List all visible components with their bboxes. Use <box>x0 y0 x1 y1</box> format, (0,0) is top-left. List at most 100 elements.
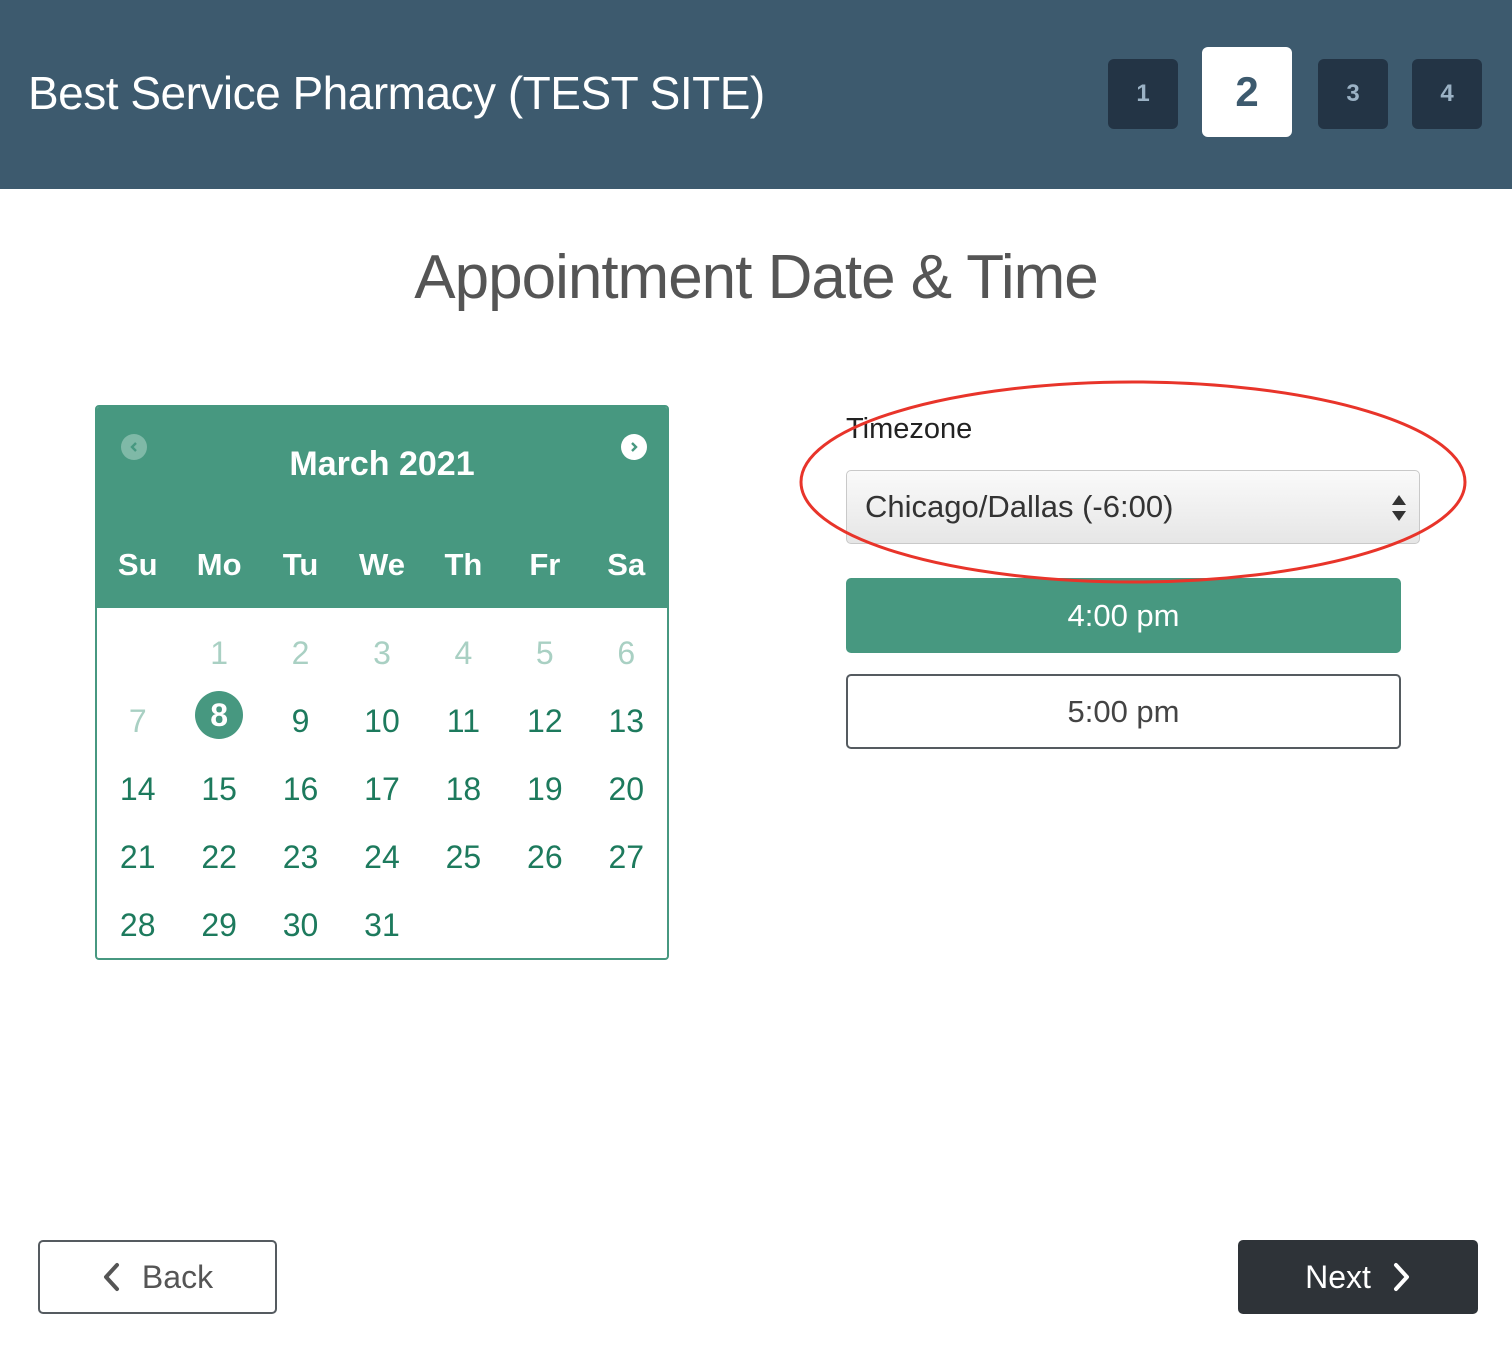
calendar-empty-cell <box>504 891 585 958</box>
calendar-day-number: 23 <box>282 838 319 875</box>
calendar-day-number: 2 <box>291 634 310 671</box>
calendar-day-number: 1 <box>210 634 229 671</box>
calendar-day-number: 31 <box>364 906 400 943</box>
step-1[interactable]: 1 <box>1108 59 1178 129</box>
calendar-day[interactable]: 24 <box>341 823 422 891</box>
weekday-label: Tu <box>282 547 319 582</box>
calendar-day-disabled: 4 <box>423 619 504 687</box>
calendar-week-row: 14 15 16 17 18 19 20 <box>97 755 667 823</box>
back-button[interactable]: Back <box>38 1240 277 1314</box>
calendar-day-number: 13 <box>608 702 645 739</box>
calendar-day-disabled: 7 <box>97 687 178 755</box>
calendar-month-label: March 2021 <box>289 445 475 483</box>
calendar-day-number: 12 <box>527 702 563 739</box>
back-button-label: Back <box>141 1258 214 1295</box>
calendar-day[interactable]: 14 <box>97 755 178 823</box>
time-slot-button[interactable]: 5:00 pm <box>846 674 1401 749</box>
calendar-day[interactable]: 22 <box>178 823 259 891</box>
calendar-day[interactable]: 26 <box>504 823 585 891</box>
calendar-day-number: 26 <box>527 838 563 875</box>
calendar-day-number: 10 <box>364 702 400 739</box>
calendar-week-row: 7 8 9 10 11 12 13 <box>97 687 667 755</box>
calendar-day-number: 29 <box>201 906 237 943</box>
calendar-day-number: 30 <box>282 906 319 943</box>
timezone-select[interactable]: Chicago/Dallas (-6:00) <box>846 470 1420 544</box>
calendar-day[interactable]: 29 <box>178 891 259 958</box>
calendar-day[interactable]: 31 <box>341 891 422 958</box>
calendar-day[interactable]: 12 <box>504 687 585 755</box>
calendar-day-number: 6 <box>617 634 636 671</box>
calendar-day[interactable]: 9 <box>260 687 341 755</box>
next-button-label: Next <box>1305 1258 1371 1295</box>
next-button[interactable]: Next <box>1238 1240 1478 1314</box>
weekday-header-row: Su Mo Tu We Th Fr Sa <box>97 547 667 583</box>
calendar-week-row: 21 22 23 24 25 26 27 <box>97 823 667 891</box>
calendar-day-number: 19 <box>527 770 563 807</box>
chevron-left-icon <box>103 1263 119 1291</box>
weekday-label: Sa <box>607 547 646 582</box>
calendar-week-row: 28 29 30 31 <box>97 891 667 958</box>
chevron-right-icon <box>1393 1263 1409 1291</box>
calendar-day-number: 25 <box>445 838 482 875</box>
weekday-label: Mo <box>196 547 242 582</box>
calendar-day[interactable]: 25 <box>423 823 504 891</box>
calendar-day-number: 17 <box>364 770 400 807</box>
step-2-active[interactable]: 2 <box>1202 47 1292 137</box>
calendar-empty-cell <box>423 891 504 958</box>
calendar-day[interactable]: 23 <box>260 823 341 891</box>
timezone-label: Timezone <box>846 413 973 445</box>
calendar-week-row: 1 2 3 4 5 6 <box>97 619 667 687</box>
calendar-day-number: 15 <box>201 770 237 807</box>
calendar-day[interactable]: 15 <box>178 755 259 823</box>
calendar-day-number: 21 <box>119 838 156 875</box>
calendar-day[interactable]: 16 <box>260 755 341 823</box>
calendar-day-number: 16 <box>282 770 319 807</box>
calendar-day-selected[interactable]: 8 <box>178 687 259 755</box>
weekday-label: Su <box>117 547 158 582</box>
calendar-day[interactable]: 20 <box>586 755 667 823</box>
select-arrows-icon <box>1392 495 1406 521</box>
step-4[interactable]: 4 <box>1412 59 1482 129</box>
calendar-day[interactable]: 30 <box>260 891 341 958</box>
date-picker-calendar: March 2021 Su Mo Tu We Th Fr Sa 12345678… <box>95 405 669 960</box>
time-slot-button-selected[interactable]: 4:00 pm <box>846 578 1401 653</box>
calendar-day-number: 22 <box>201 838 237 875</box>
calendar-day-number: 24 <box>364 838 400 875</box>
calendar-day-number: 9 <box>291 702 310 739</box>
calendar-day[interactable]: 27 <box>586 823 667 891</box>
calendar-day-number: 3 <box>373 634 391 671</box>
calendar-day-number: 28 <box>119 906 156 943</box>
calendar-day[interactable]: 28 <box>97 891 178 958</box>
weekday-label: Th <box>444 547 483 582</box>
calendar-day[interactable]: 17 <box>341 755 422 823</box>
calendar-day[interactable]: 13 <box>586 687 667 755</box>
step-3[interactable]: 3 <box>1318 59 1388 129</box>
calendar-day-number: 18 <box>445 770 482 807</box>
calendar-empty-cell <box>586 891 667 958</box>
calendar-day-number: 8 <box>195 691 244 739</box>
site-title: Best Service Pharmacy (TEST SITE) <box>28 67 765 119</box>
calendar-day-number: 7 <box>128 702 147 739</box>
calendar-header: March 2021 Su Mo Tu We Th Fr Sa <box>97 407 667 608</box>
calendar-day-number: 4 <box>454 634 473 671</box>
calendar-day-number: 5 <box>535 634 554 671</box>
timezone-select-value: Chicago/Dallas (-6:00) <box>865 489 1174 524</box>
calendar-day-number: 27 <box>608 838 645 875</box>
header: Best Service Pharmacy (TEST SITE) 1 2 3 … <box>0 0 1512 189</box>
calendar-day[interactable]: 10 <box>341 687 422 755</box>
page-title: Appointment Date & Time <box>414 243 1098 312</box>
calendar-day[interactable]: 19 <box>504 755 585 823</box>
calendar-day-disabled: 3 <box>341 619 422 687</box>
calendar-day-disabled: 6 <box>586 619 667 687</box>
calendar-day-number: 14 <box>119 770 156 807</box>
calendar-day-disabled: 1 <box>178 619 259 687</box>
weekday-label: Fr <box>529 547 561 582</box>
weekday-label: We <box>359 547 405 582</box>
calendar-day-number: 11 <box>446 702 480 739</box>
calendar-day-disabled: 5 <box>504 619 585 687</box>
calendar-day-grid: 1 2 3 4 5 6 7 8 9 10 11 12 13 14 15 16 17 18 19 20 21 22 23 24 2… <box>97 619 667 958</box>
calendar-day[interactable]: 21 <box>97 823 178 891</box>
calendar-day[interactable]: 11 <box>423 687 504 755</box>
calendar-day-disabled: 2 <box>260 619 341 687</box>
calendar-day[interactable]: 18 <box>423 755 504 823</box>
